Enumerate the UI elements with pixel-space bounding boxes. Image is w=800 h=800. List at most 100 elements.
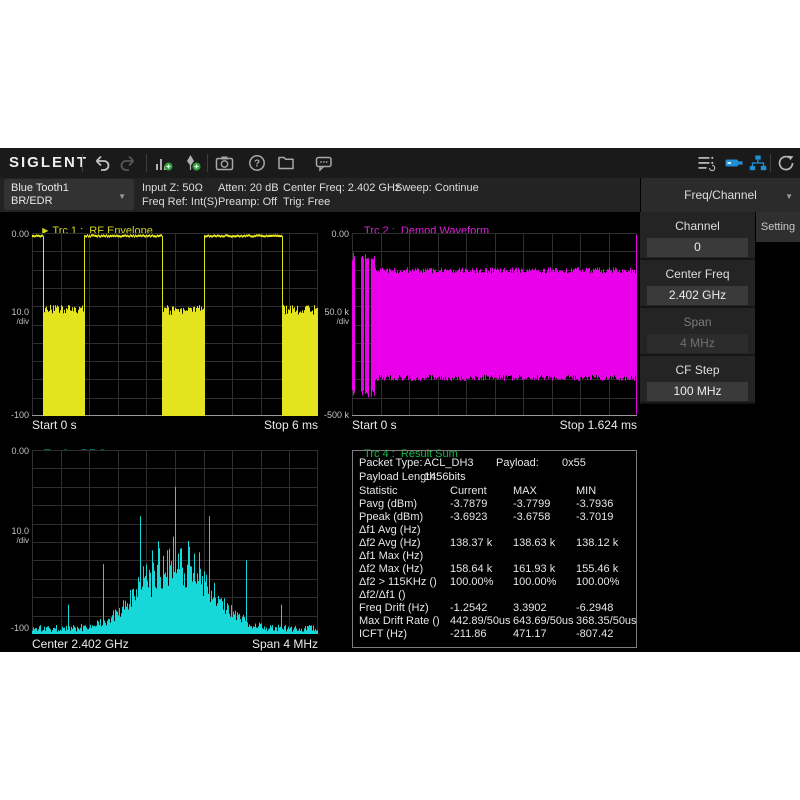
- stat-value: -3.6758: [513, 511, 550, 523]
- trc3-rf-spectrum-plot: [32, 450, 318, 634]
- measure-mode-dropdown[interactable]: Blue Tooth1 BR/EDR ▼: [4, 179, 134, 210]
- toolbar: SIGLENT: [0, 148, 800, 178]
- trc2-demod-waveform-plot: [352, 233, 637, 416]
- trc1-rf-envelope-plot: [32, 233, 318, 416]
- tab-setting[interactable]: Setting: [756, 212, 800, 242]
- trc2-x-start: Start 0 s: [352, 418, 397, 432]
- stat-label: Max Drift Rate (): [359, 615, 440, 627]
- stat-label: Δf2 Avg (Hz): [359, 537, 421, 549]
- stat-value: 155.46 k: [576, 563, 618, 575]
- menu-value[interactable]: 100 MHz: [647, 382, 748, 401]
- menu-value[interactable]: 4 MHz: [647, 334, 748, 353]
- stat-value: -6.2948: [576, 602, 613, 614]
- trc1-y-scale: 10.0: [0, 307, 29, 317]
- payload-label: Payload:: [496, 457, 539, 469]
- stat-value: -807.42: [576, 628, 613, 640]
- screenshot-camera-icon[interactable]: [212, 151, 236, 175]
- mode-line2: BR/EDR: [11, 195, 53, 207]
- mode-line1: Blue Tooth1: [11, 182, 69, 194]
- lan-icon[interactable]: [746, 151, 770, 175]
- help-icon[interactable]: ?: [245, 151, 269, 175]
- menu-label: Span: [640, 308, 755, 329]
- side-panel-title[interactable]: Freq/Channel ▼: [641, 178, 800, 212]
- chevron-down-icon: ▼: [785, 192, 793, 201]
- stat-value: -211.86: [450, 628, 487, 640]
- trc1-x-start: Start 0 s: [32, 418, 77, 432]
- trc3-y-scale: 10.0: [0, 526, 29, 536]
- menu-label: CF Step: [640, 356, 755, 377]
- payload-length-value: 1456bits: [424, 471, 466, 483]
- payload-value: 0x55: [562, 457, 586, 469]
- menu-value[interactable]: 2.402 GHz: [647, 286, 748, 305]
- stat-value: -3.6923: [450, 511, 487, 523]
- menu-value[interactable]: 0: [647, 238, 748, 257]
- stat-label: Δf2 Max (Hz): [359, 563, 423, 575]
- usb-icon[interactable]: [723, 151, 747, 175]
- side-menu: Channel 0 Center Freq 2.402 GHz Span 4 MHz CF …: [640, 212, 755, 404]
- message-icon[interactable]: [312, 151, 336, 175]
- stat-value: -3.7936: [576, 498, 613, 510]
- stat-label: Ppeak (dBm): [359, 511, 423, 523]
- packet-type-label: Packet Type:: [359, 457, 422, 469]
- menu-label: Channel: [640, 212, 755, 233]
- trc1-y-bottom: -100: [0, 410, 29, 420]
- trc1-x-stop: Stop 6 ms: [168, 418, 318, 432]
- trc1-y-top: 0.00: [0, 229, 29, 239]
- stat-value: -1.2542: [450, 602, 487, 614]
- status-field: Atten: 20 dB Preamp: Off: [218, 182, 279, 209]
- stat-value: 643.69/50us: [513, 615, 574, 627]
- table-column-header: Current: [450, 485, 487, 497]
- signal-add-icon[interactable]: [152, 151, 176, 175]
- stat-label: Pavg (dBm): [359, 498, 417, 510]
- menu-group-cf-step: CF Step 100 MHz: [640, 356, 755, 404]
- menu-label: Center Freq: [640, 260, 755, 281]
- marker-add-icon[interactable]: [180, 151, 204, 175]
- system-menu-icon[interactable]: [694, 151, 718, 175]
- stat-value: 100.00%: [513, 576, 556, 588]
- trc3-x-span: Span 4 MHz: [168, 637, 318, 651]
- trc3-x-center: Center 2.402 GHz: [32, 637, 129, 651]
- chevron-down-icon: ▼: [118, 190, 126, 203]
- side-panel-title-label: Freq/Channel: [684, 188, 757, 202]
- file-folder-icon[interactable]: [274, 151, 298, 175]
- status-field: Sweep: Continue: [395, 182, 479, 196]
- stat-label: Δf1 Avg (Hz): [359, 524, 421, 536]
- stat-value: 158.64 k: [450, 563, 492, 575]
- table-column-header: Statistic: [359, 485, 398, 497]
- stat-value: -3.7799: [513, 498, 550, 510]
- trc3-y-bottom: -100: [0, 623, 29, 633]
- stat-value: 100.00%: [450, 576, 493, 588]
- stat-label: ICFT (Hz): [359, 628, 407, 640]
- svg-text:?: ?: [254, 159, 260, 170]
- stat-value: -3.7019: [576, 511, 613, 523]
- status-field: Input Z: 50Ω Freq Ref: Int(S): [142, 182, 218, 209]
- stat-value: 161.93 k: [513, 563, 555, 575]
- table-column-header: MAX: [513, 485, 537, 497]
- menu-group-span: Span 4 MHz: [640, 308, 755, 356]
- trc2-y-scale: 50.0 k: [300, 307, 349, 317]
- history-icon[interactable]: [774, 151, 798, 175]
- trc1-y-scale-unit: /div: [0, 317, 29, 326]
- undo-button[interactable]: [90, 151, 114, 175]
- stat-value: 471.17: [513, 628, 547, 640]
- stat-value: 100.00%: [576, 576, 619, 588]
- status-bar: Blue Tooth1 BR/EDR ▼ Input Z: 50Ω Freq R…: [0, 178, 640, 212]
- stat-value: 3.3902: [513, 602, 547, 614]
- siglent-logo: SIGLENT: [9, 154, 88, 171]
- packet-type-value: ACL_DH3: [424, 457, 474, 469]
- toolbar-divider: [207, 154, 208, 172]
- stat-label: Δf2 > 115KHz (): [359, 576, 437, 588]
- stat-value: 442.89/50us: [450, 615, 511, 627]
- redo-button[interactable]: [116, 151, 140, 175]
- stat-value: 368.35/50us: [576, 615, 637, 627]
- stat-value: 138.37 k: [450, 537, 492, 549]
- table-column-header: MIN: [576, 485, 596, 497]
- stat-value: 138.63 k: [513, 537, 555, 549]
- trc3-y-scale-unit: /div: [0, 536, 29, 545]
- stat-label: Δf2/Δf1 (): [359, 589, 405, 601]
- status-field: Center Freq: 2.402 GHz Trig: Free: [283, 182, 400, 209]
- menu-group-center-freq: Center Freq 2.402 GHz: [640, 260, 755, 308]
- stat-label: Δf1 Max (Hz): [359, 550, 423, 562]
- menu-group-channel: Channel 0: [640, 212, 755, 260]
- toolbar-divider: [146, 154, 147, 172]
